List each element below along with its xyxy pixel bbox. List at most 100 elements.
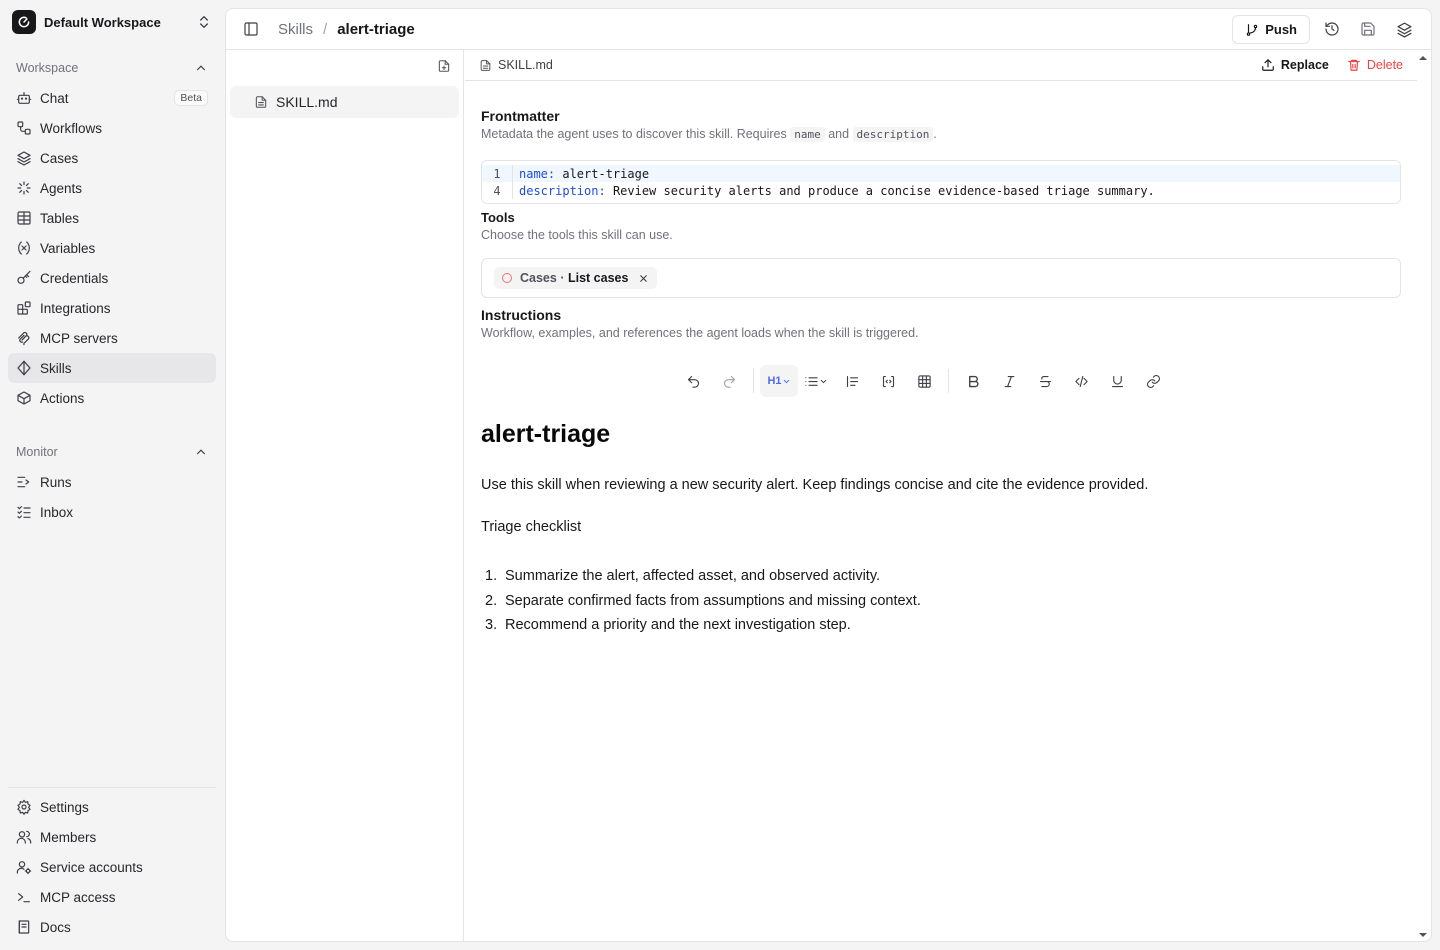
workspace-group-header[interactable]: Workspace [8,55,216,81]
main-panel: Skills / alert-triage Push SKILL.md SKIL… [225,8,1432,942]
workspace-switcher[interactable]: Default Workspace [8,6,216,38]
sidebar-item-docs[interactable]: Docs [8,912,216,942]
sidebar-item-label: Cases [40,150,79,166]
heading-label: H1 [767,375,782,387]
frontmatter-desc-and: and [828,127,850,141]
redo-button[interactable] [711,365,747,397]
breadcrumb-skills-link[interactable]: Skills [278,21,313,38]
history-button[interactable] [1318,15,1346,43]
frontmatter-desc-text: Metadata the agent uses to discover this… [481,127,787,141]
toolbar-divider [753,369,754,393]
sidebar-item-tables[interactable]: Tables [8,203,216,233]
sidebar-item-mcp-servers[interactable]: MCP servers [8,323,216,353]
list-number: 2. [485,592,498,609]
strikethrough-button[interactable] [1027,365,1063,397]
box-icon [16,390,32,406]
list-item[interactable]: 1. Summarize the alert, affected asset, a… [481,564,921,589]
list-dropdown[interactable] [798,365,834,397]
document-paragraph[interactable]: Use this skill when reviewing a new secu… [481,477,1148,493]
sidebar-item-integrations[interactable]: Integrations [8,293,216,323]
document-subheading[interactable]: Triage checklist [481,519,581,535]
redo-icon [723,375,735,388]
save-button[interactable] [1354,15,1382,43]
chevron-up-icon [194,61,208,75]
sidebar-item-label: Credentials [40,270,109,286]
bold-button[interactable] [955,365,991,397]
sidebar-divider [8,787,216,788]
code-block-button[interactable] [870,365,906,397]
sidebar-item-members[interactable]: Members [8,822,216,852]
italic-button[interactable] [991,365,1027,397]
sidebar-item-workflows[interactable]: Workflows [8,113,216,143]
sidebar-item-credentials[interactable]: Credentials [8,263,216,293]
blocks-icon [16,300,32,316]
workflow-icon [16,120,32,136]
skill-editor: SKILL.md Replace Delete Frontmatter Meta… [465,50,1417,941]
gear-icon [16,799,32,815]
sidebar-item-runs[interactable]: Runs [8,467,216,497]
editor-scrollbar[interactable] [1415,50,1431,941]
chevron-down-icon [783,379,789,383]
sidebar-item-actions[interactable]: Actions [8,383,216,413]
runs-icon [16,474,32,490]
sidebar-item-chat[interactable]: Chat Beta [8,83,216,113]
inline-code-button[interactable] [1063,365,1099,397]
layers-gear-icon [1396,21,1412,38]
remove-tool-button[interactable] [638,273,649,284]
layers-icon [16,150,32,166]
sidebar-item-settings[interactable]: Settings [8,792,216,822]
table-icon [16,210,32,226]
new-file-button[interactable] [433,55,455,77]
heading-dropdown[interactable]: H1 [760,365,798,397]
breadcrumb-current: alert-triage [337,20,415,38]
tools-selector[interactable]: Cases · List cases [481,258,1401,298]
delete-button[interactable]: Delete [1347,58,1403,72]
file-plus-icon [438,60,450,72]
bottom-nav: Settings Members Service accounts MCP ac… [8,792,216,942]
sidebar-item-mcp-access[interactable]: MCP access [8,882,216,912]
sparkle-icon [16,180,32,196]
monitor-group-header[interactable]: Monitor [8,439,216,465]
sidebar-item-cases[interactable]: Cases [8,143,216,173]
sidebar-item-label: Workflows [40,120,103,136]
list-number: 3. [485,617,498,634]
sidebar: Default Workspace Workspace Chat Beta Wo… [0,0,224,950]
bold-icon [968,375,979,387]
link-button[interactable] [1135,365,1171,397]
list-number: 1. [485,568,498,585]
tool-chip-separator: · [560,271,565,285]
blockquote-button[interactable] [834,365,870,397]
users-icon [16,829,32,845]
file-item-skill-md[interactable]: SKILL.md [230,86,459,118]
sidebar-item-inbox[interactable]: Inbox [8,497,216,527]
undo-button[interactable] [675,365,711,397]
tool-chip-list-cases: Cases · List cases [494,267,658,289]
close-icon [640,274,648,282]
replace-button[interactable]: Replace [1261,58,1329,72]
editor-filename: SKILL.md [498,58,553,72]
link-icon [1146,374,1160,388]
file-panel: SKILL.md [226,50,464,941]
sidebar-item-service-accounts[interactable]: Service accounts [8,852,216,882]
chevron-up-icon [194,445,208,459]
sidebar-item-variables[interactable]: Variables [8,233,216,263]
push-button[interactable]: Push [1232,15,1310,44]
sidebar-item-label: Agents [40,180,83,196]
key-icon [16,270,32,286]
list-item[interactable]: 3. Recommend a priority and the next inve… [481,613,921,638]
git-branch-icon [1246,23,1258,36]
instructions-description: Workflow, examples, and references the a… [481,326,919,340]
underline-button[interactable] [1099,365,1135,397]
list-item[interactable]: 2. Separate confirmed facts from assumpti… [481,589,921,614]
frontmatter-code-editor[interactable]: 1 name: alert-triage 4 description: Revi… [481,160,1401,204]
sidebar-item-skills[interactable]: Skills [8,353,216,383]
document-heading[interactable]: alert-triage [481,420,610,449]
frontmatter-title: Frontmatter [481,108,560,124]
sidebar-item-agents[interactable]: Agents [8,173,216,203]
file-item-label: SKILL.md [276,94,338,110]
line-number: 4 [482,182,513,199]
table-button[interactable] [906,365,942,397]
layers-settings-button[interactable] [1390,15,1418,43]
toggle-sidebar-button[interactable] [237,15,265,43]
text-quote-icon [846,375,858,387]
